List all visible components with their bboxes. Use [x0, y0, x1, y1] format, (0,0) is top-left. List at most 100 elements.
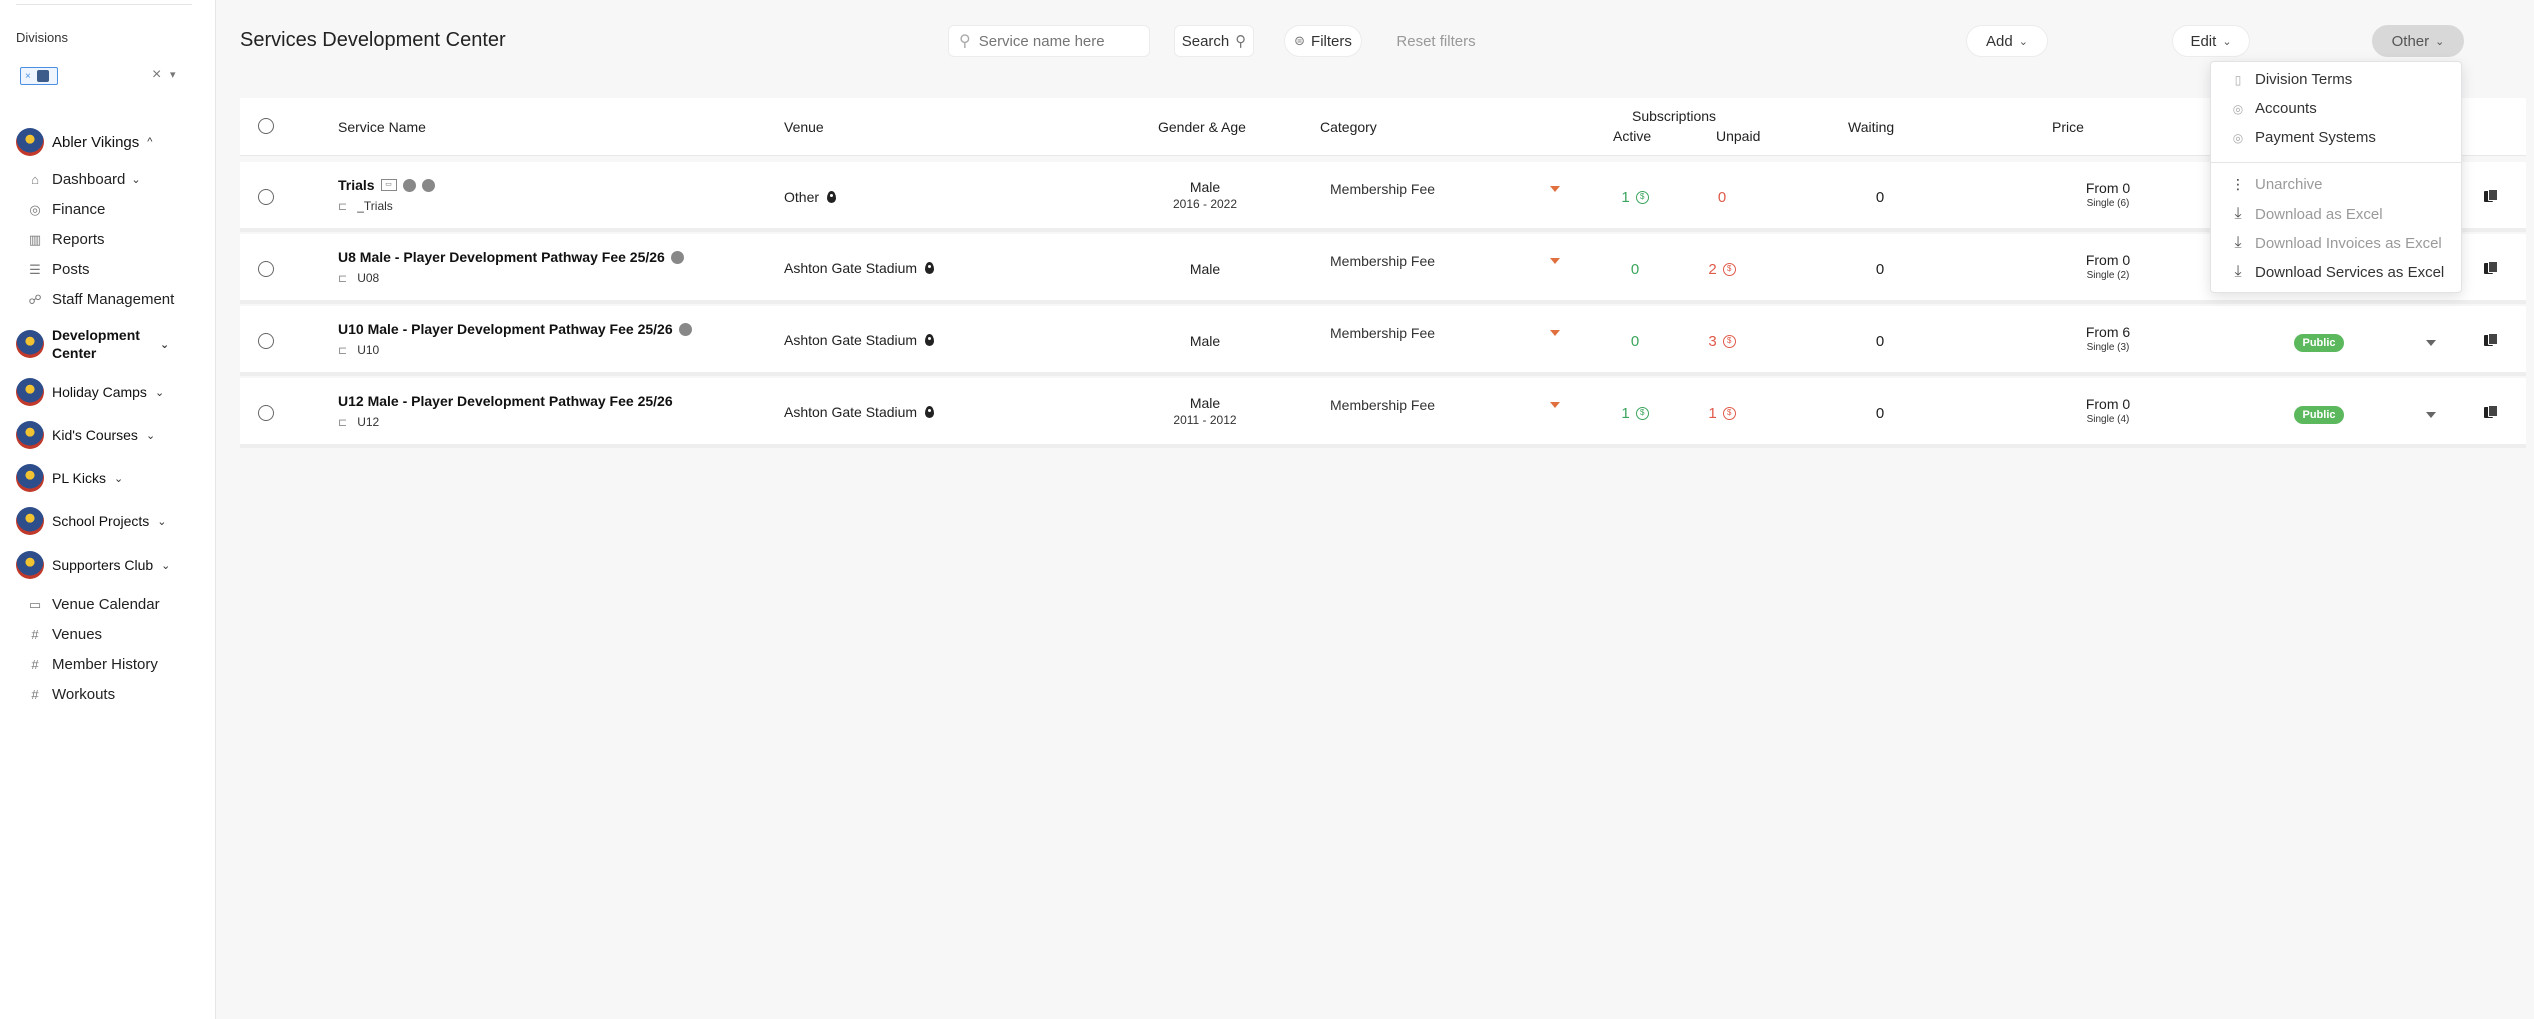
division-item-kids-courses[interactable]: Kid's Courses ⌄ — [16, 421, 155, 449]
reset-filters-button[interactable]: Reset filters — [1388, 25, 1484, 57]
category-select[interactable]: Membership Fee — [1330, 181, 1564, 197]
visibility-caret-icon[interactable] — [2426, 412, 2436, 418]
active-count[interactable]: 0 — [1610, 333, 1660, 350]
coin-icon: ◎ — [2232, 101, 2244, 116]
unpaid-count[interactable]: 2 $ — [1692, 261, 1752, 278]
division-item-supporters-club[interactable]: Supporters Club ⌄ — [16, 551, 170, 579]
service-name[interactable]: U12 Male - Player Development Pathway Fe… — [338, 393, 673, 409]
other-button[interactable]: Other ⌄ — [2372, 25, 2464, 57]
sidebar-item-reports[interactable]: ▥ Reports — [28, 231, 105, 248]
service-name[interactable]: U10 Male - Player Development Pathway Fe… — [338, 321, 692, 337]
category-select[interactable]: Membership Fee — [1330, 253, 1564, 269]
category-caret-icon[interactable] — [1550, 402, 1560, 408]
sidebar-item-member-history[interactable]: # Member History — [28, 656, 157, 673]
col-waiting[interactable]: Waiting — [1848, 119, 1894, 135]
gender-text: Male — [1189, 261, 1221, 277]
visibility-caret-icon[interactable] — [2426, 340, 2436, 346]
unpaid-count[interactable]: 3 $ — [1692, 333, 1752, 350]
menu-item-download-services[interactable]: ⤓ Download Services as Excel — [2231, 263, 2444, 281]
sidebar-item-workouts[interactable]: # Workouts — [28, 686, 115, 703]
division-label: Supporters Club — [52, 557, 154, 573]
table-row[interactable]: U8 Male - Player Development Pathway Fee… — [240, 234, 2526, 304]
col-venue[interactable]: Venue — [784, 119, 824, 135]
verified-icon — [678, 322, 692, 336]
copy-icon[interactable] — [2484, 261, 2498, 275]
col-service-name[interactable]: Service Name — [338, 119, 426, 135]
tag-close-icon[interactable]: × — [25, 71, 31, 82]
menu-item-download-invoices[interactable]: ⤓ Download Invoices as Excel — [2231, 234, 2441, 252]
add-button[interactable]: Add ⌄ — [1966, 25, 2048, 57]
venue-text: Other — [784, 189, 820, 205]
copy-icon[interactable] — [2484, 333, 2498, 347]
copy-icon[interactable] — [2484, 405, 2498, 419]
col-unpaid[interactable]: Unpaid — [1716, 128, 1760, 144]
sidebar-item-dashboard[interactable]: ⌂ Dashboard ⌄ — [28, 171, 141, 188]
col-category[interactable]: Category — [1320, 119, 1377, 135]
category-caret-icon[interactable] — [1550, 186, 1560, 192]
select-all-radio[interactable] — [258, 118, 274, 134]
service-name[interactable]: U8 Male - Player Development Pathway Fee… — [338, 249, 684, 265]
row-select-radio[interactable] — [258, 261, 274, 277]
category-select[interactable]: Membership Fee — [1330, 325, 1564, 341]
years-text: 2016 - 2022 — [1172, 197, 1238, 211]
active-count[interactable]: 1 $ — [1610, 189, 1660, 206]
menu-item-accounts[interactable]: ◎ Accounts — [2231, 100, 2317, 117]
clear-icon[interactable]: × — [152, 66, 161, 84]
coin-icon: ◎ — [29, 201, 41, 217]
search-button[interactable]: Search ⚲ — [1174, 25, 1254, 57]
divisions-select[interactable]: × × ▾ — [16, 62, 182, 90]
sidebar-item-venues[interactable]: # Venues — [28, 626, 102, 643]
sidebar-item-finance[interactable]: ◎ Finance — [28, 201, 105, 218]
verified-icon — [402, 178, 416, 192]
division-item-development-center[interactable]: Development Center ⌄ — [16, 326, 196, 362]
menu-item-unarchive[interactable]: ⋮ Unarchive — [2231, 176, 2323, 193]
table-row[interactable]: U12 Male - Player Development Pathway Fe… — [240, 378, 2526, 448]
edit-button[interactable]: Edit ⌄ — [2172, 25, 2250, 57]
active-count[interactable]: 0 — [1610, 261, 1660, 278]
active-count[interactable]: 1 $ — [1610, 405, 1660, 422]
chevron-down-icon[interactable]: ▾ — [170, 68, 176, 81]
venue-text: Ashton Gate Stadium — [784, 332, 918, 348]
search-icon: ⚲ — [1235, 33, 1247, 50]
division-tag[interactable]: × — [20, 67, 58, 85]
price-text: From 0 — [2085, 252, 2131, 268]
row-select-radio[interactable] — [258, 405, 274, 421]
filter-icon: ⊜ — [1294, 33, 1306, 48]
sidebar-item-venue-calendar[interactable]: ▭ Venue Calendar — [28, 596, 160, 613]
division-item-pl-kicks[interactable]: PL Kicks ⌄ — [16, 464, 123, 492]
waiting-count: 0 — [1875, 261, 1885, 278]
copy-icon[interactable] — [2484, 189, 2498, 203]
sidebar-item-posts[interactable]: ☰ Posts — [28, 261, 89, 278]
search-box[interactable]: ⚲ — [948, 25, 1150, 57]
menu-item-label: Unarchive — [2255, 176, 2323, 193]
service-name[interactable]: Trials ▭ — [338, 177, 435, 193]
category-select[interactable]: Membership Fee — [1330, 397, 1564, 413]
services-table: Service Name Venue Gender & Age Category… — [240, 98, 2526, 448]
visibility-badge: Public — [2294, 334, 2344, 352]
sidebar-item-staff-management[interactable]: ☍ Staff Management — [28, 291, 174, 308]
menu-item-download-excel[interactable]: ⤓ Download as Excel — [2231, 205, 2382, 223]
row-select-radio[interactable] — [258, 333, 274, 349]
col-price[interactable]: Price — [2052, 119, 2084, 135]
unpaid-count[interactable]: 0 — [1692, 189, 1752, 206]
gender-text: Male — [1189, 179, 1221, 195]
category-caret-icon[interactable] — [1550, 258, 1560, 264]
category-caret-icon[interactable] — [1550, 330, 1560, 336]
unpaid-count[interactable]: 1 $ — [1692, 405, 1752, 422]
price-cell: From 0 Single (4) — [2048, 396, 2168, 428]
division-item-holiday-camps[interactable]: Holiday Camps ⌄ — [16, 378, 164, 406]
filters-button[interactable]: ⊜ Filters — [1284, 25, 1362, 57]
col-gender-age[interactable]: Gender & Age — [1158, 119, 1246, 135]
row-select-radio[interactable] — [258, 189, 274, 205]
org-header[interactable]: Abler Vikings ^ — [16, 128, 152, 156]
col-active[interactable]: Active — [1613, 128, 1651, 144]
gender-text: Male — [1189, 333, 1221, 349]
menu-item-division-terms[interactable]: ▯ Division Terms — [2231, 71, 2353, 88]
table-row[interactable]: Trials ▭ ⊏ _Trials Other Male 2016 - 202… — [240, 162, 2526, 232]
division-item-school-projects[interactable]: School Projects ⌄ — [16, 507, 167, 535]
table-row[interactable]: U10 Male - Player Development Pathway Fe… — [240, 306, 2526, 376]
menu-item-payment-systems[interactable]: ◎ Payment Systems — [2231, 129, 2376, 146]
document-icon: ▯ — [2234, 72, 2242, 87]
club-crest-icon — [16, 378, 44, 406]
search-input[interactable] — [978, 32, 1139, 50]
